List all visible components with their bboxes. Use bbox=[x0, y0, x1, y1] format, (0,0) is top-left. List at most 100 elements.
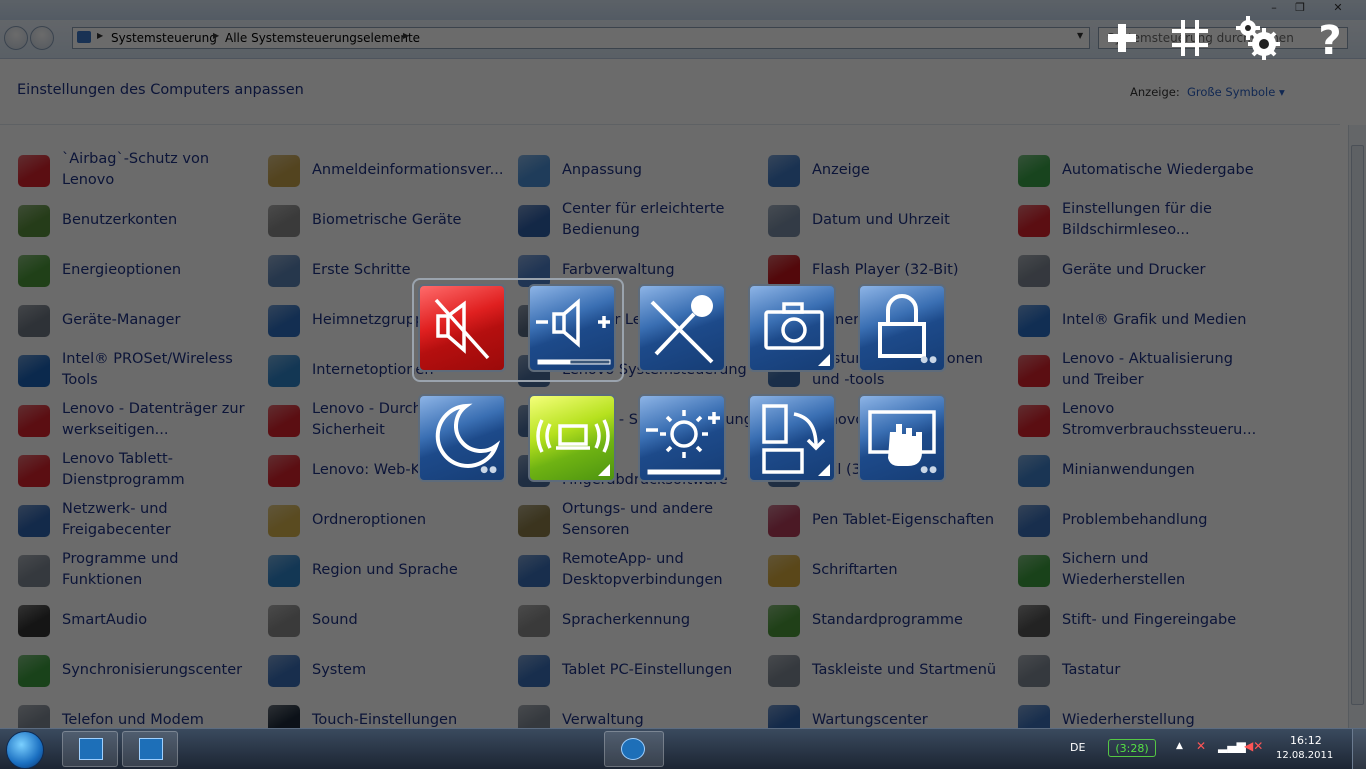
control-panel-item[interactable]: Intel® Grafik und Medien bbox=[1018, 297, 1258, 343]
control-panel-item[interactable]: Intel® PROSet/Wireless Tools bbox=[18, 347, 258, 393]
control-panel-item[interactable]: Problembehandlung bbox=[1018, 497, 1258, 543]
control-panel-item[interactable]: Energieoptionen bbox=[18, 247, 258, 293]
show-hidden-icons-button[interactable]: ▲ bbox=[1176, 741, 1183, 751]
volume-muted-icon[interactable]: ◀✕ bbox=[1244, 739, 1263, 753]
chevron-right-icon: ▶ bbox=[403, 31, 410, 40]
control-panel-item[interactable]: Geräte-Manager bbox=[18, 297, 258, 343]
control-panel-item[interactable]: RemoteApp- und Desktopverbindungen bbox=[518, 547, 758, 593]
language-indicator[interactable]: DE bbox=[1070, 741, 1085, 754]
settings-gears-icon[interactable] bbox=[1234, 14, 1282, 62]
control-panel-item[interactable]: Tablet PC-Einstellungen bbox=[518, 647, 758, 693]
item-label: Anmeldeinformationsver... bbox=[312, 161, 504, 178]
taskbar-app-control-panel[interactable] bbox=[122, 731, 178, 767]
control-panel-item[interactable]: Datum und Uhrzeit bbox=[768, 197, 1008, 243]
control-panel-item[interactable]: Minianwendungen bbox=[1018, 447, 1258, 493]
tile-volume[interactable] bbox=[528, 284, 616, 372]
add-icon[interactable] bbox=[1098, 14, 1146, 62]
submenu-corner-icon bbox=[818, 354, 830, 366]
control-panel-item[interactable]: Anpassung bbox=[518, 147, 758, 193]
taskbar-app-explorer[interactable] bbox=[62, 731, 118, 767]
help-icon[interactable]: ? bbox=[1306, 14, 1354, 62]
tile-mute[interactable] bbox=[418, 284, 506, 372]
control-panel-item[interactable]: Anzeige bbox=[768, 147, 1008, 193]
control-panel-item[interactable]: Lenovo Tablett-Dienstprogramm bbox=[18, 447, 258, 493]
control-panel-item[interactable]: Ordneroptionen bbox=[268, 497, 508, 543]
item-label: Energieoptionen bbox=[62, 261, 182, 278]
show-desktop-button[interactable] bbox=[1352, 729, 1366, 769]
control-panel-item[interactable]: Einstellungen für die Bildschirmleseo... bbox=[1018, 197, 1258, 243]
taskbar-app-car[interactable] bbox=[604, 731, 664, 767]
control-panel-item[interactable]: Ortungs- und andere Sensoren bbox=[518, 497, 758, 543]
internet-options-icon bbox=[268, 355, 300, 387]
control-panel-item[interactable]: Biometrische Geräte bbox=[268, 197, 508, 243]
control-panel-item[interactable]: Sound bbox=[268, 597, 508, 643]
control-panel-item[interactable]: Sichern und Wiederherstellen bbox=[1018, 547, 1258, 593]
submenu-corner-icon bbox=[598, 464, 610, 476]
tile-lock[interactable]: ●● bbox=[858, 284, 946, 372]
control-panel-item[interactable]: Taskleiste und Startmenü bbox=[768, 647, 1008, 693]
tile-sleep[interactable]: ●● bbox=[418, 394, 506, 482]
item-label: Taskleiste und Startmenü bbox=[812, 661, 997, 678]
breadcrumb-all-items[interactable]: Alle Systemsteuerungselemente bbox=[225, 31, 420, 45]
item-label: System bbox=[312, 661, 367, 678]
control-panel-item[interactable]: Schriftarten bbox=[768, 547, 1008, 593]
network-status-icon[interactable]: ✕ bbox=[1196, 739, 1206, 753]
tablet-pc-icon bbox=[518, 655, 550, 687]
tile-wireless-display[interactable] bbox=[528, 394, 616, 482]
control-panel-item[interactable]: Standardprogramme bbox=[768, 597, 1008, 643]
item-label: Sichern und Wiederherstellen bbox=[1062, 551, 1186, 588]
speaker-mute-icon bbox=[434, 298, 490, 360]
control-panel-item[interactable]: SmartAudio bbox=[18, 597, 258, 643]
clock-date[interactable]: 12.08.2011 bbox=[1276, 750, 1333, 761]
control-panel-item[interactable]: Programme und Funktionen bbox=[18, 547, 258, 593]
item-label: Problembehandlung bbox=[1062, 511, 1208, 528]
breadcrumb-systemsteuerung[interactable]: Systemsteuerung bbox=[111, 31, 217, 45]
gadgets-icon bbox=[1018, 455, 1050, 487]
control-panel-item[interactable]: Center für erleichterte Bedienung bbox=[518, 197, 758, 243]
tile-rotate[interactable] bbox=[748, 394, 836, 482]
control-panel-item[interactable]: Spracherkennung bbox=[518, 597, 758, 643]
recovery-disc-icon bbox=[18, 405, 50, 437]
tile-touch[interactable]: ●● bbox=[858, 394, 946, 482]
forward-button[interactable] bbox=[30, 26, 54, 50]
item-label: Standardprogramme bbox=[812, 611, 963, 628]
control-panel-item[interactable]: Geräte und Drucker bbox=[1018, 247, 1258, 293]
control-panel-item[interactable]: Lenovo Stromverbrauchssteueru... bbox=[1018, 397, 1258, 443]
item-label: Lenovo Tablett-Dienstprogramm bbox=[62, 451, 185, 488]
item-label: Biometrische Geräte bbox=[312, 211, 462, 228]
control-panel-item[interactable]: Synchronisierungscenter bbox=[18, 647, 258, 693]
device-manager-icon bbox=[18, 305, 50, 337]
control-panel-item[interactable]: System bbox=[268, 647, 508, 693]
default-programs-icon bbox=[768, 605, 800, 637]
signal-icon[interactable]: ▂▄▆ bbox=[1218, 739, 1246, 753]
back-button[interactable] bbox=[4, 26, 28, 50]
control-panel-item[interactable]: Automatische Wiedergabe bbox=[1018, 147, 1258, 193]
tile-camera[interactable] bbox=[748, 284, 836, 372]
tile-mic-mute[interactable] bbox=[638, 284, 726, 372]
control-panel-item[interactable]: Netzwerk- und Freigabecenter bbox=[18, 497, 258, 543]
control-panel-item[interactable]: Tastatur bbox=[1018, 647, 1258, 693]
microphone-icon bbox=[518, 605, 550, 637]
grid-icon[interactable] bbox=[1166, 14, 1214, 62]
control-panel-item[interactable]: Lenovo - Aktualisierung und Treiber bbox=[1018, 347, 1258, 393]
scrollbar-thumb[interactable] bbox=[1351, 145, 1364, 705]
control-panel-item[interactable]: Lenovo - Datenträger zur werkseitigen... bbox=[18, 397, 258, 443]
battery-indicator[interactable]: (3:28) bbox=[1108, 739, 1156, 757]
keyboard-icon bbox=[1018, 655, 1050, 687]
start-button[interactable] bbox=[6, 731, 44, 769]
address-bar[interactable]: ▶ Systemsteuerung ▶ Alle Systemsteuerung… bbox=[72, 27, 1090, 49]
tablet-utility-icon bbox=[18, 455, 50, 487]
chevron-down-icon[interactable]: ▼ bbox=[1077, 31, 1083, 40]
vertical-scrollbar[interactable] bbox=[1348, 125, 1366, 728]
clock-time[interactable]: 16:12 bbox=[1290, 734, 1322, 747]
control-panel-item[interactable]: `Airbag`-Schutz von Lenovo bbox=[18, 147, 258, 193]
control-panel-item[interactable]: Pen Tablet-Eigenschaften bbox=[768, 497, 1008, 543]
control-panel-item[interactable]: Region und Sprache bbox=[268, 547, 508, 593]
view-mode-dropdown[interactable]: Große Symbole ▾ bbox=[1187, 85, 1285, 99]
item-label: SmartAudio bbox=[62, 611, 148, 628]
control-panel-item[interactable]: Benutzerkonten bbox=[18, 197, 258, 243]
control-panel-item[interactable]: Stift- und Fingereingabe bbox=[1018, 597, 1258, 643]
wireless-icon bbox=[18, 355, 50, 387]
tile-brightness[interactable] bbox=[638, 394, 726, 482]
control-panel-item[interactable]: Anmeldeinformationsver... bbox=[268, 147, 508, 193]
